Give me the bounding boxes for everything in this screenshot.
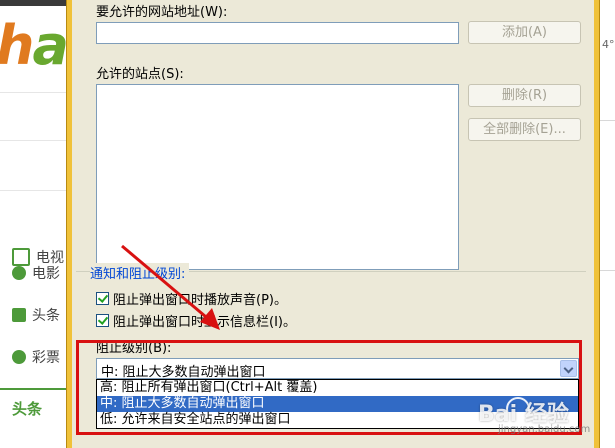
divider	[0, 190, 66, 191]
dialog-frame-edge	[599, 0, 600, 448]
play-sound-checkbox[interactable]: 阻止弹出窗口时播放声音(P)。	[96, 289, 287, 308]
lottery-icon	[12, 350, 26, 364]
add-button[interactable]: 添加(A)	[468, 21, 581, 44]
nav-item-film[interactable]: 电影	[12, 263, 60, 283]
show-infobar-checkbox[interactable]: 阻止弹出窗口时显示信息栏(I)。	[96, 311, 296, 330]
divider	[0, 92, 66, 93]
divider	[600, 120, 615, 121]
divider	[0, 140, 66, 141]
tab-headlines[interactable]: 头条	[12, 398, 42, 419]
address-label: 要允许的网站地址(W):	[96, 5, 228, 20]
watermark-url: jingyan.baidu.com	[498, 424, 591, 435]
film-icon	[12, 266, 26, 280]
weather-text: 4°	[602, 38, 615, 51]
divider	[600, 270, 615, 271]
nav-item-headlines[interactable]: 头条	[12, 305, 60, 325]
allowed-sites-list[interactable]	[96, 84, 459, 270]
checkbox-checked[interactable]	[96, 292, 109, 305]
document-icon	[12, 308, 26, 322]
tab-indicator	[0, 388, 66, 390]
notify-group-title: 通知和阻止级别:	[90, 263, 190, 282]
dialog-frame-edge	[66, 0, 67, 448]
nav-item-lottery[interactable]: 彩票	[12, 347, 60, 367]
allowed-sites-label: 允许的站点(S):	[96, 67, 184, 82]
site-logo: ha	[0, 14, 69, 77]
checkbox-checked[interactable]	[96, 314, 109, 327]
remove-all-button[interactable]: 全部删除(E)...	[468, 118, 581, 141]
right-page-strip	[600, 0, 615, 448]
address-input[interactable]	[96, 22, 459, 44]
remove-button[interactable]: 删除(R)	[468, 84, 581, 107]
